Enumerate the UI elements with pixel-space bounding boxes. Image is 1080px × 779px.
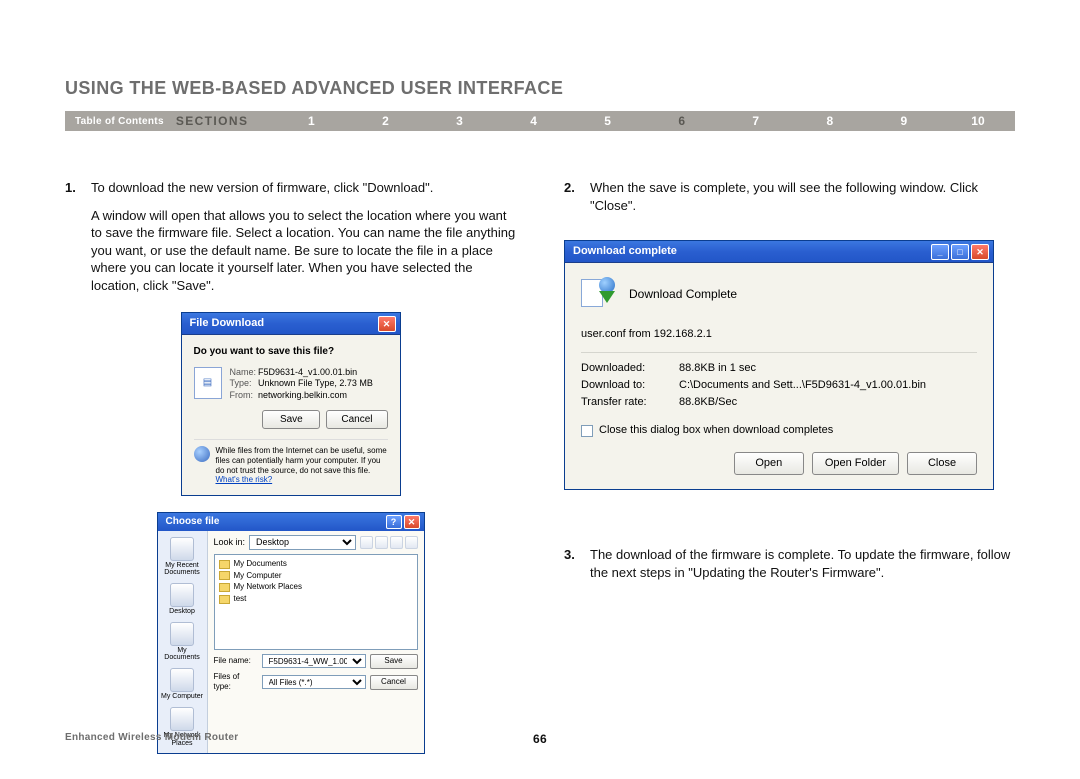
dc-rate-value: 88.8KB/Sec: [679, 395, 737, 410]
sa-side-desktop[interactable]: Desktop: [160, 581, 204, 618]
sa-filename-input[interactable]: F5D9631-4_WW_1.00.01: [262, 654, 366, 668]
sa-cancel-button[interactable]: Cancel: [370, 675, 418, 690]
views-icon[interactable]: [405, 536, 418, 549]
close-icon[interactable]: ✕: [404, 515, 420, 529]
page-number: 66: [533, 732, 547, 746]
dc-autoclose-checkbox[interactable]: [581, 425, 593, 437]
sa-lookin-label: Look in:: [214, 536, 246, 548]
dc-head-text: Download Complete: [629, 286, 737, 302]
fd-type-label: Type:: [230, 378, 256, 390]
nav-sections-label: SECTIONS: [176, 114, 275, 128]
sa-filetype-select[interactable]: All Files (*.*): [262, 675, 366, 689]
sa-save-button[interactable]: Save: [370, 654, 418, 669]
sa-side-mydocs[interactable]: My Documents: [160, 620, 204, 664]
fd-risk-link[interactable]: What's the risk?: [216, 475, 273, 484]
sa-file-list[interactable]: My Documents My Computer My Network Plac…: [214, 554, 418, 650]
info-icon: [194, 446, 210, 462]
minimize-icon[interactable]: _: [931, 244, 949, 260]
download-complete-dialog: Download complete _ □ ✕ Download Complet…: [564, 240, 994, 490]
list-item[interactable]: My Network Places: [219, 582, 413, 593]
sa-filename-label: File name:: [214, 656, 258, 667]
step-2-text: When the save is complete, you will see …: [590, 179, 1015, 214]
newfolder-icon[interactable]: [390, 536, 403, 549]
save-as-dialog: Choose file ?✕ My Recent Documents Deskt…: [157, 512, 425, 755]
dc-downloadto-value: C:\Documents and Sett...\F5D9631-4_v1.00…: [679, 378, 926, 393]
maximize-icon[interactable]: □: [951, 244, 969, 260]
step-3-number: 3.: [564, 546, 590, 581]
step-3-text: The download of the firmware is complete…: [590, 546, 1015, 581]
dc-rate-label: Transfer rate:: [581, 395, 679, 410]
dc-openfolder-button[interactable]: Open Folder: [812, 452, 899, 475]
dc-downloaded-value: 88.8KB in 1 sec: [679, 361, 756, 376]
sa-filetype-label: Files of type:: [214, 672, 258, 694]
fd-question: Do you want to save this file?: [194, 345, 388, 359]
nav-section-7[interactable]: 7: [719, 114, 793, 128]
sa-title: Choose file: [166, 515, 386, 529]
fd-from-value: networking.belkin.com: [258, 390, 347, 400]
dc-title: Download complete: [573, 244, 931, 259]
file-icon: ▤: [194, 367, 222, 399]
sa-side-mycomputer[interactable]: My Computer: [160, 666, 204, 703]
page-title: USING THE WEB-BASED ADVANCED USER INTERF…: [65, 78, 1015, 99]
nav-section-9[interactable]: 9: [867, 114, 941, 128]
fd-from-label: From:: [230, 390, 256, 402]
fd-title: File Download: [190, 316, 378, 331]
help-icon[interactable]: ?: [386, 515, 402, 529]
fd-name-value: F5D9631-4_v1.00.01.bin: [258, 367, 357, 377]
file-download-dialog: File Download ✕ Do you want to save this…: [181, 312, 401, 495]
sa-lookin-select[interactable]: Desktop: [249, 535, 355, 550]
download-icon: [581, 277, 615, 311]
nav-toc-link[interactable]: Table of Contents: [65, 116, 176, 127]
footer-product: Enhanced Wireless Modem Router: [65, 732, 238, 743]
list-item[interactable]: test: [219, 594, 413, 605]
nav-section-1[interactable]: 1: [274, 114, 348, 128]
fd-type-value: Unknown File Type, 2.73 MB: [258, 378, 373, 388]
fd-warning-text: While files from the Internet can be use…: [216, 446, 387, 474]
nav-section-8[interactable]: 8: [793, 114, 867, 128]
section-nav: Table of Contents SECTIONS 1 2 3 4 5 6 7…: [65, 111, 1015, 131]
step-1-paragraph: A window will open that allows you to se…: [91, 207, 516, 295]
dc-open-button[interactable]: Open: [734, 452, 804, 475]
fd-cancel-button[interactable]: Cancel: [326, 410, 387, 430]
nav-section-2[interactable]: 2: [348, 114, 422, 128]
dc-downloadto-label: Download to:: [581, 378, 679, 393]
dc-close-button[interactable]: Close: [907, 452, 977, 475]
step-1-text: To download the new version of firmware,…: [91, 179, 516, 197]
nav-section-6[interactable]: 6: [645, 114, 719, 128]
step-2-number: 2.: [564, 179, 590, 214]
list-item[interactable]: My Documents: [219, 559, 413, 570]
dc-downloaded-label: Downloaded:: [581, 361, 679, 376]
close-icon[interactable]: ✕: [378, 316, 396, 332]
sa-side-recent[interactable]: My Recent Documents: [160, 535, 204, 579]
nav-section-4[interactable]: 4: [497, 114, 571, 128]
nav-section-10[interactable]: 10: [941, 114, 1015, 128]
dc-source: user.conf from 192.168.2.1: [581, 327, 977, 342]
nav-section-5[interactable]: 5: [571, 114, 645, 128]
step-1-number: 1.: [65, 179, 91, 294]
nav-section-3[interactable]: 3: [422, 114, 496, 128]
fd-save-button[interactable]: Save: [262, 410, 320, 430]
list-item[interactable]: My Computer: [219, 571, 413, 582]
up-icon[interactable]: [375, 536, 388, 549]
back-icon[interactable]: [360, 536, 373, 549]
fd-name-label: Name:: [230, 367, 256, 379]
close-icon[interactable]: ✕: [971, 244, 989, 260]
dc-autoclose-label: Close this dialog box when download comp…: [599, 423, 833, 438]
